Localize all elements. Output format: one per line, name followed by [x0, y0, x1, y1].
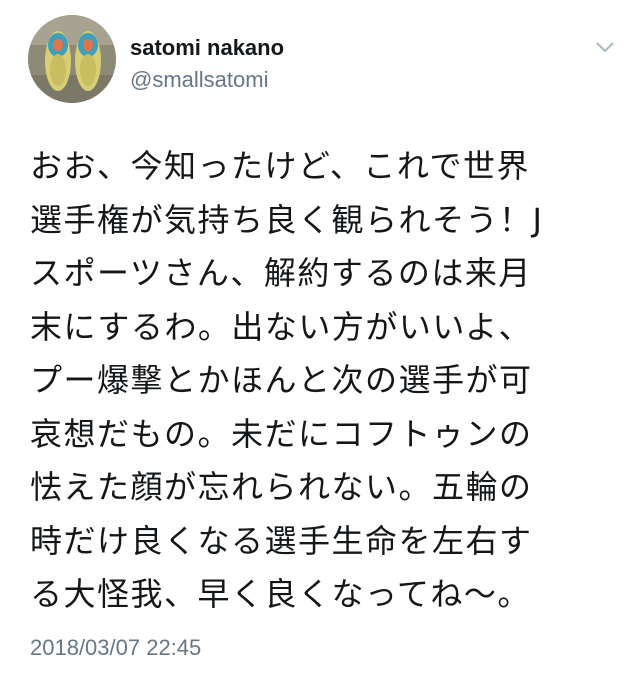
- tweet-timestamp[interactable]: 2018/03/07 22:45: [30, 634, 201, 662]
- tweet-text-line: プー爆撃とかほんと次の選手が可: [30, 361, 533, 399]
- tweet-text-line: おお、今知ったけど、これで世界: [30, 147, 530, 185]
- tweet-text-line: スポーツさん、解約するのは来月: [30, 254, 532, 292]
- avatar-photo: [28, 15, 116, 103]
- tweet-text-line: 哀想だもの。未だにコフトゥンの: [30, 414, 533, 453]
- tweet-text-line: 選手権が気持ち良く観られそう！J: [30, 200, 544, 239]
- tweet-text: おお、今知ったけど、これで世界 選手権が気持ち良く観られそう！J スポーツさん、…: [30, 140, 590, 622]
- author-names: satomi nakano @smallsatomi: [130, 35, 284, 93]
- tweet-card: satomi nakano @smallsatomi おお、今知ったけど、これで…: [0, 0, 631, 680]
- tweet-header: satomi nakano @smallsatomi: [28, 15, 618, 110]
- tweet-text-line: 末にするわ。出ない方がいいよ、: [30, 307, 533, 346]
- tweet-menu-button[interactable]: [592, 37, 618, 57]
- chevron-down-icon: [596, 42, 614, 52]
- tweet-text-line: る大怪我、早く良くなってね〜。: [30, 575, 531, 613]
- user-handle[interactable]: @smallsatomi: [130, 67, 284, 93]
- tweet-text-line: 怯えた顔が忘れられない。五輪の: [30, 468, 533, 506]
- display-name[interactable]: satomi nakano: [130, 35, 284, 61]
- tweet-text-line: 時だけ良くなる選手生命を左右す: [30, 521, 533, 560]
- avatar[interactable]: [28, 15, 116, 103]
